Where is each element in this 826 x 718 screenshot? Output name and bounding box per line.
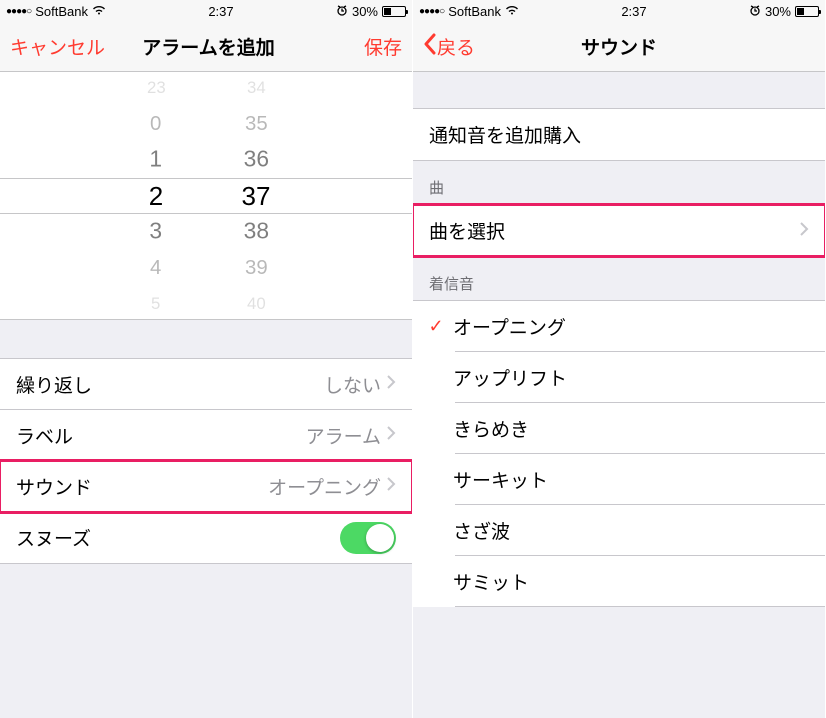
cancel-button[interactable]: キャンセル (10, 33, 105, 60)
ringtone-label: きらめき (453, 415, 809, 442)
minute-selected: 37 (242, 178, 271, 214)
chevron-right-icon (800, 220, 809, 242)
chevron-right-icon (387, 475, 396, 497)
signal-dots-icon: ●●●●○ (419, 6, 444, 17)
repeat-label: 繰り返し (16, 371, 324, 398)
battery-icon (382, 6, 406, 17)
nav-title: サウンド (513, 33, 725, 60)
alarm-options-list: 繰り返し しない ラベル アラーム サウンド オープニング スヌーズ (0, 358, 412, 564)
label-row-value: アラーム (306, 422, 381, 449)
battery-pct-label: 30% (352, 4, 378, 19)
clock-label: 2:37 (621, 4, 646, 19)
minute-wheel[interactable]: 34 35 36 37 38 39 40 (226, 72, 286, 320)
ringtone-list: ✓オープニングアップリフトきらめきサーキットさざ波サミット (413, 300, 825, 607)
ringtone-label: さざ波 (453, 517, 809, 544)
repeat-value: しない (324, 371, 381, 398)
status-bar: ●●●●○ SoftBank 2:37 30% (413, 0, 825, 22)
store-group: 通知音を追加購入 (413, 108, 825, 161)
alarm-icon (336, 4, 348, 19)
ringtone-row[interactable]: さざ波 (413, 505, 825, 556)
ringtone-row[interactable]: サーキット (413, 454, 825, 505)
pick-song-row[interactable]: 曲を選択 (413, 205, 825, 256)
wifi-icon (505, 4, 519, 19)
hour-selected: 2 (149, 178, 163, 214)
ringtone-label: サミット (453, 568, 809, 595)
chevron-left-icon (423, 33, 437, 61)
battery-icon (795, 6, 819, 17)
snooze-row: スヌーズ (0, 512, 412, 563)
ringtone-row[interactable]: ✓オープニング (413, 301, 825, 352)
ringtone-row[interactable]: サミット (413, 556, 825, 607)
carrier-label: SoftBank (35, 4, 88, 19)
song-section-header: 曲 (413, 161, 825, 204)
sound-label: サウンド (16, 473, 268, 500)
carrier-label: SoftBank (448, 4, 501, 19)
label-row[interactable]: ラベル アラーム (0, 410, 412, 461)
label-row-label: ラベル (16, 422, 306, 449)
ringtone-section-header: 着信音 (413, 257, 825, 300)
time-picker[interactable]: 23 0 1 2 3 4 5 34 35 36 37 38 39 40 (0, 72, 412, 320)
signal-dots-icon: ●●●●○ (6, 6, 31, 17)
battery-pct-label: 30% (765, 4, 791, 19)
hour-wheel[interactable]: 23 0 1 2 3 4 5 (126, 72, 186, 320)
back-button[interactable]: 戻る (423, 33, 513, 61)
buy-tones-row[interactable]: 通知音を追加購入 (413, 109, 825, 160)
sound-screen: ●●●●○ SoftBank 2:37 30% 戻る サウンド 通知音を追加購入 (413, 0, 826, 718)
song-group: 曲を選択 (413, 204, 825, 257)
back-label: 戻る (437, 33, 475, 60)
chevron-right-icon (387, 373, 396, 395)
buy-tones-label: 通知音を追加購入 (429, 121, 809, 148)
nav-bar: キャンセル アラームを追加 保存 (0, 22, 412, 72)
checkmark-icon: ✓ (423, 316, 449, 337)
ringtone-row[interactable]: アップリフト (413, 352, 825, 403)
sound-row[interactable]: サウンド オープニング (0, 461, 412, 512)
repeat-row[interactable]: 繰り返し しない (0, 359, 412, 410)
clock-label: 2:37 (208, 4, 233, 19)
add-alarm-screen: ●●●●○ SoftBank 2:37 30% キャンセル アラームを追加 保存… (0, 0, 413, 718)
ringtone-row[interactable]: きらめき (413, 403, 825, 454)
status-bar: ●●●●○ SoftBank 2:37 30% (0, 0, 412, 22)
snooze-label: スヌーズ (16, 524, 340, 551)
wifi-icon (92, 4, 106, 19)
chevron-right-icon (387, 424, 396, 446)
ringtone-label: アップリフト (453, 364, 809, 391)
alarm-icon (749, 4, 761, 19)
save-button[interactable]: 保存 (312, 33, 402, 60)
sound-value: オープニング (268, 473, 381, 500)
ringtone-label: サーキット (453, 466, 809, 493)
pick-song-label: 曲を選択 (429, 217, 800, 244)
nav-bar: 戻る サウンド (413, 22, 825, 72)
ringtone-label: オープニング (453, 313, 809, 340)
nav-title: アラームを追加 (105, 33, 312, 60)
snooze-toggle[interactable] (340, 522, 396, 554)
